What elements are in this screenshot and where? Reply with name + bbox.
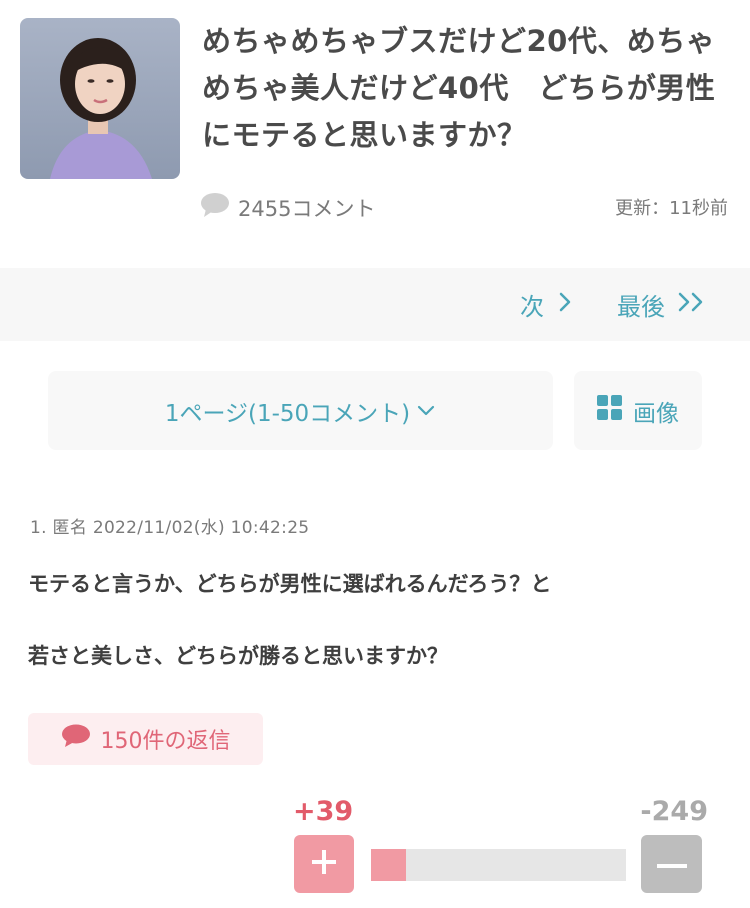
replies-label: 150件の返信: [100, 729, 231, 754]
comment-count: 2455コメント: [200, 192, 375, 223]
chevron-down-icon: [416, 398, 436, 424]
minus-icon: [656, 855, 687, 874]
plus-vote-button[interactable]: [294, 835, 354, 893]
comment-body-line-1: モテると言うか、どちらが男性に選ばれるんだろう？と: [28, 572, 552, 596]
plus-count: +39: [293, 796, 354, 827]
page-label: 1ページ(1-50コメント): [164, 400, 411, 427]
images-button[interactable]: 画像: [574, 371, 702, 450]
vote-ratio-fill: [371, 849, 406, 881]
chevron-right-icon: [558, 291, 572, 319]
speech-bubble-icon: [61, 724, 91, 754]
comment-meta: 1. 匿名 2022/11/02(水) 10:42:25: [30, 518, 310, 538]
updated-time: 更新：11秒前: [615, 198, 728, 219]
minus-count: -249: [640, 796, 708, 827]
speech-bubble-icon: [200, 192, 230, 223]
grid-icon: [597, 394, 623, 427]
topic-thumbnail[interactable]: [20, 18, 180, 179]
page-selector[interactable]: 1ページ(1-50コメント): [48, 371, 553, 450]
plus-icon: [310, 848, 338, 880]
images-label: 画像: [633, 400, 679, 427]
comment-body-line-2: 若さと美しさ、どちらが勝ると思いますか？: [28, 644, 448, 668]
topic-header: めちゃめちゃブスだけど20代、めちゃめちゃ美人だけど40代 どちらが男性にモテる…: [0, 0, 750, 268]
nav-bar: 次 最後: [0, 268, 750, 341]
last-link[interactable]: 最後: [617, 287, 707, 322]
replies-button[interactable]: 150件の返信: [28, 713, 263, 765]
next-label: 次: [520, 293, 544, 321]
next-link[interactable]: 次: [520, 287, 572, 322]
topic-title: めちゃめちゃブスだけど20代、めちゃめちゃ美人だけど40代 どちらが男性にモテる…: [202, 24, 716, 152]
minus-vote-button[interactable]: [641, 835, 702, 893]
last-label: 最後: [617, 293, 665, 321]
comment-count-label: 2455コメント: [238, 196, 376, 221]
vote-ratio-bar: [371, 849, 626, 881]
double-chevron-right-icon: [677, 291, 707, 319]
